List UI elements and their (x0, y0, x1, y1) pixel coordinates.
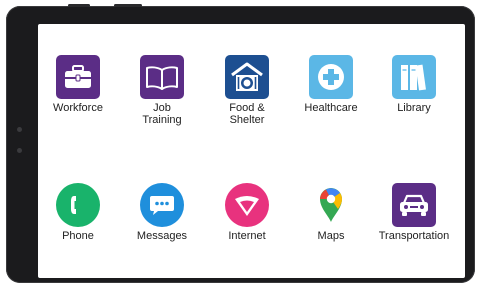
app-label: Healthcare (304, 102, 358, 114)
medical-cross-icon (309, 55, 353, 99)
app-food-shelter[interactable]: Food & Shelter (204, 55, 290, 126)
app-phone[interactable]: Phone (38, 183, 121, 242)
app-label: Messages (136, 230, 188, 242)
car-icon (392, 183, 436, 227)
app-label: Maps (317, 230, 345, 242)
front-camera (17, 127, 22, 132)
app-label: Library (397, 102, 431, 114)
chat-bubble-icon (140, 183, 184, 227)
app-label: Transportation (378, 230, 450, 242)
app-label: Job Training (142, 102, 182, 126)
app-label: Phone (62, 230, 94, 242)
app-job-training[interactable]: Job Training (119, 55, 205, 126)
app-library[interactable]: Library (371, 55, 457, 114)
app-messages[interactable]: Messages (119, 183, 205, 242)
app-internet[interactable]: Internet (204, 183, 290, 242)
book-icon (140, 55, 184, 99)
app-transportation[interactable]: Transportation (371, 183, 457, 242)
power-button (114, 4, 142, 7)
app-label: Workforce (53, 102, 103, 114)
tablet-frame: Workforce Job Training Food & Shelter He… (6, 4, 475, 283)
app-label: Internet (228, 230, 266, 242)
app-maps[interactable]: Maps (288, 183, 374, 242)
home-screen: Workforce Job Training Food & Shelter He… (38, 24, 465, 278)
phone-icon (56, 183, 100, 227)
globe-icon (225, 183, 269, 227)
app-healthcare[interactable]: Healthcare (288, 55, 374, 114)
sensor (17, 148, 22, 153)
books-icon (392, 55, 436, 99)
house-dish-icon (225, 55, 269, 99)
map-pin-icon (309, 183, 353, 227)
app-workforce[interactable]: Workforce (38, 55, 121, 114)
volume-button (68, 4, 90, 7)
briefcase-icon (56, 55, 100, 99)
app-label: Food & Shelter (229, 102, 265, 126)
